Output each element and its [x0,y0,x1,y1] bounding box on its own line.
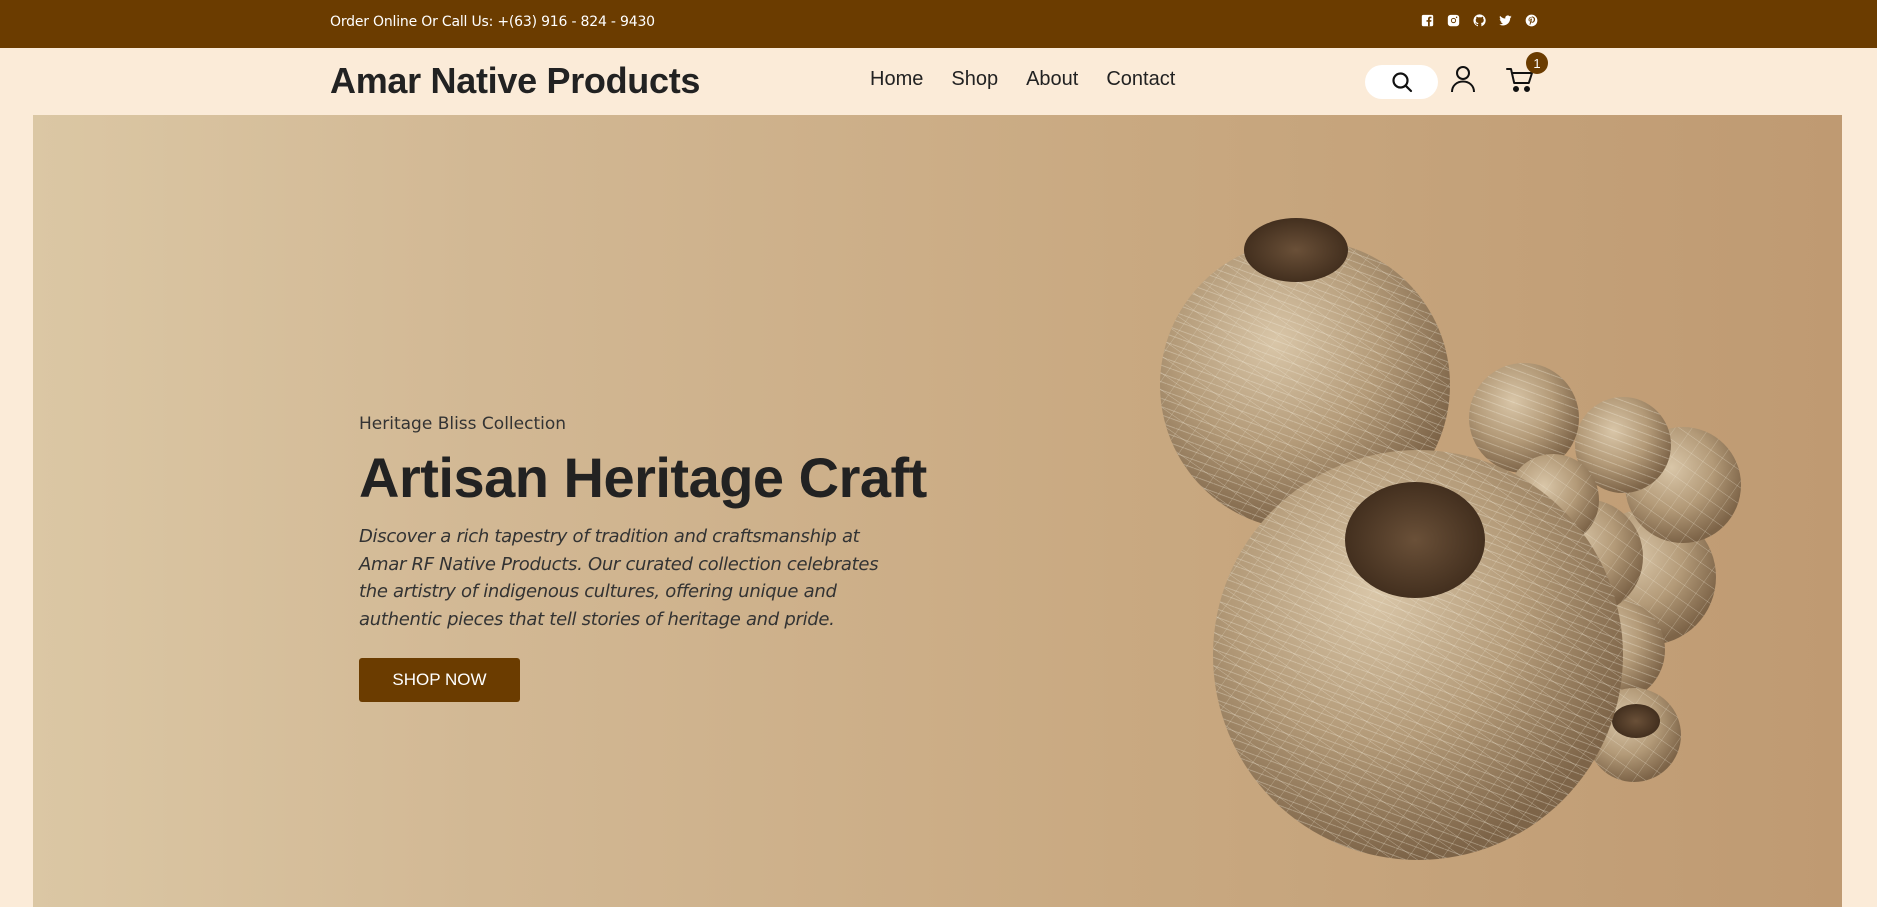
cart-count-badge: 1 [1526,52,1548,74]
nav-about[interactable]: About [1026,68,1078,91]
nav-contact[interactable]: Contact [1106,68,1175,91]
hero-title: Artisan Heritage Craft [359,446,927,509]
instagram-icon[interactable] [1446,13,1461,28]
facebook-icon[interactable] [1420,13,1435,28]
search-button[interactable] [1365,65,1438,99]
contact-phone-text: Order Online Or Call Us: +(63) 916 - 824… [330,14,655,30]
github-icon[interactable] [1472,13,1487,28]
account-button[interactable] [1449,64,1477,94]
nav-home[interactable]: Home [870,68,923,91]
twitter-icon[interactable] [1498,13,1513,28]
top-bar: Order Online Or Call Us: +(63) 916 - 824… [0,0,1877,48]
pinterest-icon[interactable] [1524,13,1539,28]
hero-description: Discover a rich tapestry of tradition an… [359,526,879,630]
site-header: Amar Native Products Home Shop About Con… [0,48,1877,115]
brand-logo[interactable]: Amar Native Products [330,60,700,102]
shop-now-button[interactable]: SHOP NOW [359,658,520,702]
user-icon [1451,66,1475,93]
social-links [1420,13,1539,28]
woven-lamp-product-image [1160,218,1741,860]
search-icon [1391,72,1412,93]
hero-banner: Heritage Bliss Collection Artisan Herita… [33,115,1842,907]
main-nav: Home Shop About Contact [870,68,1175,91]
nav-shop[interactable]: Shop [951,68,998,91]
hero-eyebrow: Heritage Bliss Collection [359,414,567,434]
